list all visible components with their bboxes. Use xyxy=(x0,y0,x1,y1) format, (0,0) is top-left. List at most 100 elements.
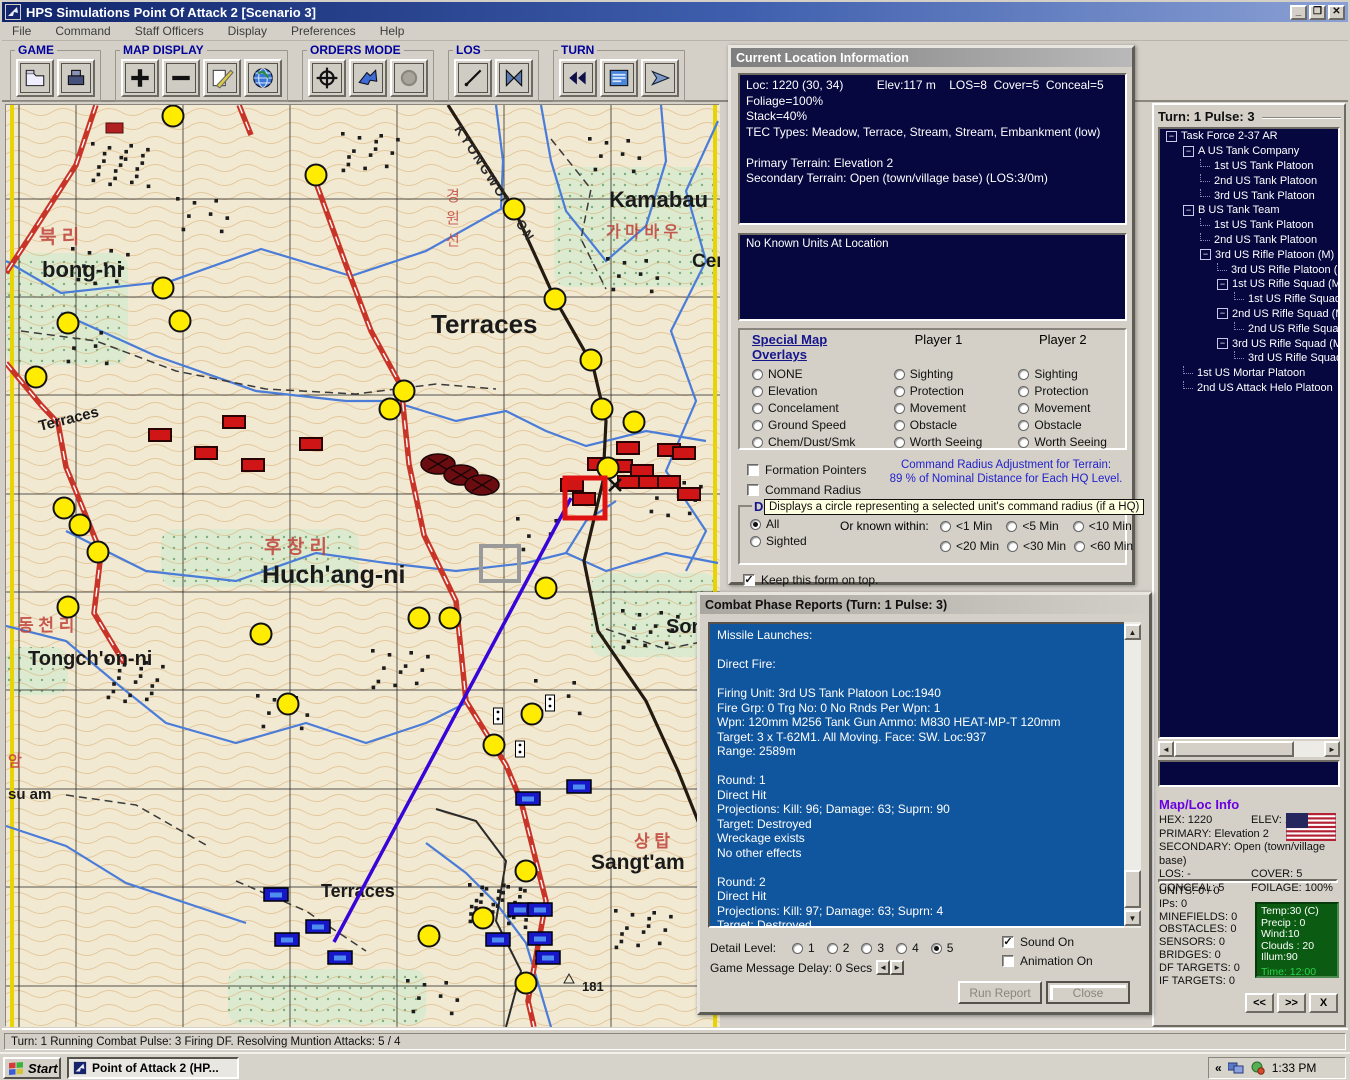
enemy-unit-marker[interactable] xyxy=(618,476,640,488)
friendly-unit-marker[interactable] xyxy=(545,289,566,310)
menu-display[interactable]: Display xyxy=(228,24,267,38)
los-line-icon[interactable] xyxy=(454,59,492,97)
friendly-vehicle-marker[interactable] xyxy=(516,792,540,805)
player1-overlay-worth-seeing[interactable]: Worth Seeing xyxy=(894,435,1001,449)
known-within-10Min[interactable]: <10 Min xyxy=(1073,519,1132,533)
tree-horizontal-scrollbar[interactable]: ◄ ► xyxy=(1158,741,1340,757)
tree-item[interactable]: 2nd US Tank Platoon xyxy=(1160,233,1338,248)
tree-item[interactable]: 1st US Rifle Squad (M) xyxy=(1160,292,1338,307)
friendly-unit-marker[interactable] xyxy=(473,908,494,929)
map-edit-icon[interactable] xyxy=(203,59,241,97)
tree-collapse-icon[interactable]: − xyxy=(1217,279,1228,290)
player1-overlay-sighting[interactable]: Sighting xyxy=(894,367,1001,381)
friendly-unit-marker[interactable] xyxy=(598,458,619,479)
target-orders-icon[interactable] xyxy=(308,59,346,97)
animation-checkbox[interactable] xyxy=(1002,955,1014,967)
panel-next-button[interactable]: >> xyxy=(1277,993,1306,1013)
friendly-vehicle-marker[interactable] xyxy=(264,888,288,901)
tree-item[interactable]: −3rd US Rifle Platoon (M) xyxy=(1160,247,1338,262)
ip-marker[interactable] xyxy=(546,695,555,711)
player2-overlay-worth-seeing[interactable]: Worth Seeing xyxy=(1018,435,1125,449)
tree-item[interactable]: 1st US Tank Platoon xyxy=(1160,159,1338,174)
command-radius-checkbox[interactable] xyxy=(747,484,759,496)
tree-collapse-icon[interactable]: − xyxy=(1217,308,1228,319)
tree-collapse-icon[interactable]: − xyxy=(1183,205,1194,216)
enemy-unit-marker[interactable] xyxy=(149,429,171,441)
save-game-icon[interactable] xyxy=(57,59,95,97)
scroll-thumb[interactable] xyxy=(1174,741,1294,757)
map-canvas[interactable]: KYONGWON-SON경원선북 리후 창 리동 천 리가 마 바 우상 탑암T… xyxy=(6,105,720,1027)
enemy-unit-marker[interactable] xyxy=(673,447,695,459)
open-scenario-icon[interactable] xyxy=(16,59,54,97)
friendly-vehicle-marker[interactable] xyxy=(328,951,352,964)
menu-help[interactable]: Help xyxy=(380,24,405,38)
player2-overlay-movement[interactable]: Movement xyxy=(1018,401,1125,415)
friendly-vehicle-marker[interactable] xyxy=(528,903,552,916)
delay-decrease-button[interactable]: ◄ xyxy=(876,960,890,975)
friendly-unit-marker[interactable] xyxy=(522,704,543,725)
overlay-option-elevation[interactable]: Elevation xyxy=(752,384,876,398)
close-button[interactable]: Close xyxy=(1046,981,1130,1004)
friendly-vehicle-marker[interactable] xyxy=(536,951,560,964)
friendly-vehicle-marker[interactable] xyxy=(275,933,299,946)
panel-close-button[interactable]: X xyxy=(1309,993,1338,1013)
friendly-unit-marker[interactable] xyxy=(536,578,557,599)
tree-item[interactable]: 3rd US Tank Platoon xyxy=(1160,188,1338,203)
enemy-unit-marker[interactable] xyxy=(195,447,217,459)
enemy-unit-marker[interactable] xyxy=(658,476,680,488)
delay-increase-button[interactable]: ► xyxy=(890,960,904,975)
player1-overlay-protection[interactable]: Protection xyxy=(894,384,1001,398)
friendly-unit-marker[interactable] xyxy=(394,381,415,402)
detail-level-2[interactable]: 2 xyxy=(827,941,850,955)
menu-preferences[interactable]: Preferences xyxy=(291,24,356,38)
keep-on-top-option[interactable]: ✓Keep this form on top. xyxy=(743,573,878,587)
scroll-thumb[interactable] xyxy=(1124,870,1141,908)
tree-collapse-icon[interactable]: − xyxy=(1166,131,1177,142)
friendly-vehicle-marker[interactable] xyxy=(486,933,510,946)
los-block-icon[interactable] xyxy=(495,59,533,97)
tree-item[interactable]: −1st US Rifle Squad (M) xyxy=(1160,277,1338,292)
restore-button[interactable]: ❐ xyxy=(1309,5,1326,20)
friendly-unit-marker[interactable] xyxy=(306,165,327,186)
tree-item[interactable]: −B US Tank Team xyxy=(1160,203,1338,218)
world-map-icon[interactable] xyxy=(244,59,282,97)
artillery-orders-icon[interactable] xyxy=(390,59,428,97)
ip-marker[interactable] xyxy=(516,741,525,757)
friendly-unit-marker[interactable] xyxy=(516,861,537,882)
friendly-unit-marker[interactable] xyxy=(581,350,602,371)
menu-file[interactable]: File xyxy=(12,24,31,38)
friendly-unit-marker[interactable] xyxy=(484,735,505,756)
enemy-unit-marker[interactable] xyxy=(223,416,245,428)
overlay-option-ground-speed[interactable]: Ground Speed xyxy=(752,418,876,432)
combat-reports-title[interactable]: Combat Phase Reports (Turn: 1 Pulse: 3) xyxy=(700,595,1149,614)
friendly-vehicle-marker[interactable] xyxy=(567,780,591,793)
formation-pointers-option[interactable]: Formation Pointers xyxy=(747,463,866,477)
friendly-unit-marker[interactable] xyxy=(54,498,75,519)
movement-orders-icon[interactable] xyxy=(349,59,387,97)
tree-item[interactable]: −A US Tank Company xyxy=(1160,144,1338,159)
player2-overlay-sighting[interactable]: Sighting xyxy=(1018,367,1125,381)
overlay-option-none[interactable]: NONE xyxy=(752,367,876,381)
known-within-30Min[interactable]: <30 Min xyxy=(1007,539,1066,553)
player1-overlay-movement[interactable]: Movement xyxy=(894,401,1001,415)
friendly-unit-marker[interactable] xyxy=(419,926,440,947)
menu-command[interactable]: Command xyxy=(55,24,110,38)
tree-item[interactable]: 1st US Mortar Platoon xyxy=(1160,366,1338,381)
player2-overlay-obstacle[interactable]: Obstacle xyxy=(1018,418,1125,432)
known-within-60Min[interactable]: <60 Min xyxy=(1074,539,1133,553)
run-report-button[interactable]: Run Report xyxy=(958,981,1042,1004)
friendly-unit-marker[interactable] xyxy=(516,973,537,994)
friendly-unit-marker[interactable] xyxy=(440,608,461,629)
tree-item[interactable]: −3rd US Rifle Squad (M) xyxy=(1160,336,1338,351)
antivirus-icon[interactable] xyxy=(1250,1061,1266,1075)
player2-overlay-protection[interactable]: Protection xyxy=(1018,384,1125,398)
ip-marker[interactable] xyxy=(494,708,503,724)
minimize-button[interactable]: _ xyxy=(1290,5,1307,20)
friendly-unit-marker[interactable] xyxy=(380,399,401,420)
tray-collapse-chevron[interactable]: « xyxy=(1215,1061,1222,1075)
tree-collapse-icon[interactable]: − xyxy=(1217,338,1228,349)
close-button[interactable]: ✕ xyxy=(1328,5,1345,20)
known-within-5Min[interactable]: <5 Min xyxy=(1006,519,1058,533)
network-icon[interactable] xyxy=(1228,1061,1244,1075)
friendly-unit-marker[interactable] xyxy=(58,313,79,334)
